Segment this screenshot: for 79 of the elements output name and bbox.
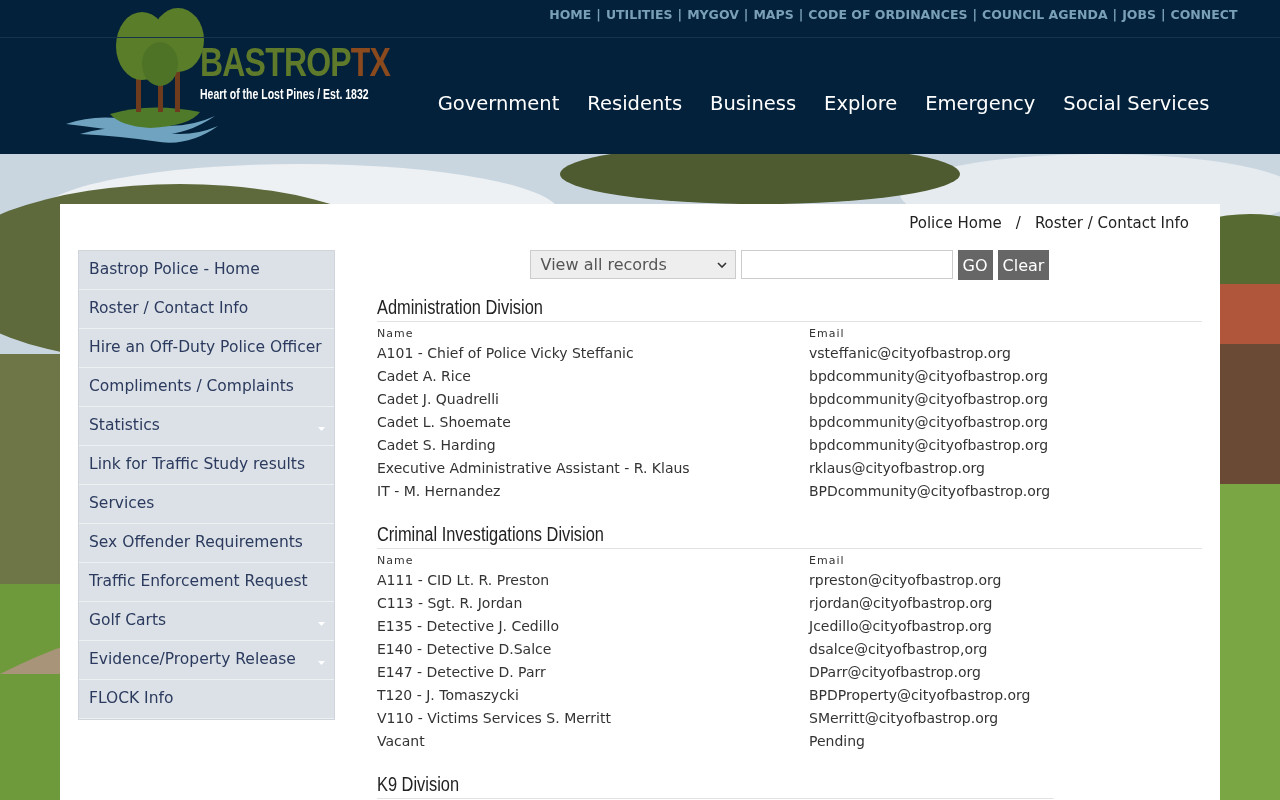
table-cell-text: V110 - Victims Services S. Merritt [377, 709, 612, 728]
sidebar-item[interactable]: Sex Offender Requirements [79, 524, 334, 563]
table-cell-text: E135 - Detective J. Cedillo [377, 617, 560, 636]
breadcrumb-link[interactable]: Roster / Contact Info [1034, 214, 1189, 232]
table-cell-text: vsteffanic@cityofbastrop.org [809, 344, 1012, 363]
sidebar-item[interactable]: Bastrop Police - Home [79, 251, 334, 290]
filter-button[interactable]: Clear [997, 250, 1050, 280]
utility-link[interactable]: UTILITIES [605, 7, 673, 22]
breadcrumb-separator: / [1015, 214, 1021, 232]
link-separator: | [1161, 7, 1166, 22]
table-cell-text: A111 - CID Lt. R. Preston [377, 571, 551, 590]
table-cell-text: A101 - Chief of Police Vicky Steffanic [377, 344, 635, 363]
link-separator: | [1112, 7, 1118, 22]
sidebar-item[interactable]: Compliments / Complaints [79, 368, 334, 407]
division-heading: Administration Division [377, 296, 544, 320]
table-cell-text: bpdcommunity@cityofbastrop.org [809, 436, 1050, 455]
main-nav-link[interactable]: Explore [824, 92, 898, 115]
link-separator: | [798, 7, 804, 22]
search-field[interactable] [740, 250, 953, 279]
sidebar-item[interactable]: Evidence/Property Release [79, 641, 334, 680]
utility-link[interactable]: MAPS [753, 7, 794, 22]
column-header: Email [809, 326, 846, 342]
main-nav-link[interactable]: Residents [587, 92, 683, 115]
sidebar-item[interactable]: Link for Traffic Study results [79, 446, 334, 485]
table-cell-text: SMerritt@cityofbastrop.org [809, 709, 1000, 728]
chevron-down-icon [716, 261, 727, 268]
utility-link[interactable]: CONNECT [1170, 7, 1238, 22]
logo-tagline: Heart of the Lost Pines / Est. 1832 [200, 86, 370, 102]
column-header: Name [377, 326, 415, 342]
table-cell-text: C113 - Sgt. R. Jordan [377, 594, 524, 613]
sidebar-item[interactable]: Services [79, 485, 334, 524]
utility-link[interactable]: HOME [549, 7, 592, 22]
table-cell-text: bpdcommunity@cityofbastrop.org [809, 413, 1050, 432]
table-cell-text: Pending [809, 732, 866, 751]
utility-link[interactable]: CODE OF ORDINANCES [808, 7, 968, 22]
main-nav-link[interactable]: Emergency [925, 92, 1036, 115]
sidebar-item[interactable]: Statistics [79, 407, 334, 446]
sidebar-item[interactable]: FLOCK Info [79, 680, 334, 719]
utility-link[interactable]: MYGOV [687, 7, 739, 22]
division-heading: K9 Division [377, 773, 1054, 799]
column-header: Name [377, 553, 415, 569]
table-cell-text: Jcedillo@cityofbastrop.org [809, 617, 993, 636]
table-cell-text: bpdcommunity@cityofbastrop.org [809, 367, 1050, 386]
table-cell-text: Cadet S. Harding [377, 436, 497, 455]
main-nav-link[interactable]: Government [437, 92, 560, 115]
link-separator: | [972, 7, 978, 22]
table-cell-text: T120 - J. Tomaszycki [377, 686, 520, 705]
table-cell-text: Vacant [377, 732, 426, 751]
table-cell-text: dsalce@cityofbastrop,org [809, 640, 989, 659]
table-cell-text: E140 - Detective D.Salce [377, 640, 553, 659]
table-cell-text: BPDProperty@cityofbastrop.org [809, 686, 1032, 705]
division-heading: Criminal Investigations Division [377, 523, 605, 547]
table-cell-text: bpdcommunity@cityofbastrop.org [809, 390, 1050, 409]
sidebar-item[interactable]: Hire an Off-Duty Police Officer [79, 329, 334, 368]
table-cell-text: Cadet L. Shoemate [377, 413, 512, 432]
table-cell-text: rklaus@cityofbastrop.org [809, 459, 986, 478]
records-dropdown[interactable]: View all records [529, 250, 736, 279]
link-separator: | [596, 7, 601, 22]
link-separator: | [677, 7, 683, 22]
table-cell-text: Executive Administrative Assistant - R. Klaus [377, 459, 691, 478]
filter-button[interactable]: GO [957, 250, 993, 280]
breadcrumb-link[interactable]: Police Home [909, 214, 1002, 232]
utility-link[interactable]: JOBS [1122, 7, 1156, 22]
main-nav-link[interactable]: Business [710, 92, 797, 115]
sidebar-item[interactable]: Traffic Enforcement Request [79, 563, 334, 602]
sidebar-item[interactable]: Roster / Contact Info [79, 290, 334, 329]
table-cell-text: Cadet A. Rice [377, 367, 472, 386]
table-cell-text: rpreston@cityofbastrop.org [809, 571, 1003, 590]
main-nav-link[interactable]: Social Services [1063, 92, 1210, 115]
table-cell-text: E147 - Detective D. Parr [377, 663, 547, 682]
link-separator: | [743, 7, 749, 22]
table-cell-text: rjordan@cityofbastrop.org [809, 594, 994, 613]
table-cell-text: DParr@cityofbastrop.org [809, 663, 982, 682]
table-cell-text: Cadet J. Quadrelli [377, 390, 500, 409]
table-cell-text: BPDcommunity@cityofbastrop.org [809, 482, 1052, 501]
column-header: Email [809, 553, 846, 569]
sidebar-item[interactable]: Golf Carts [79, 602, 334, 641]
table-cell-text: IT - M. Hernandez [377, 482, 502, 501]
utility-link[interactable]: COUNCIL AGENDA [982, 7, 1108, 22]
